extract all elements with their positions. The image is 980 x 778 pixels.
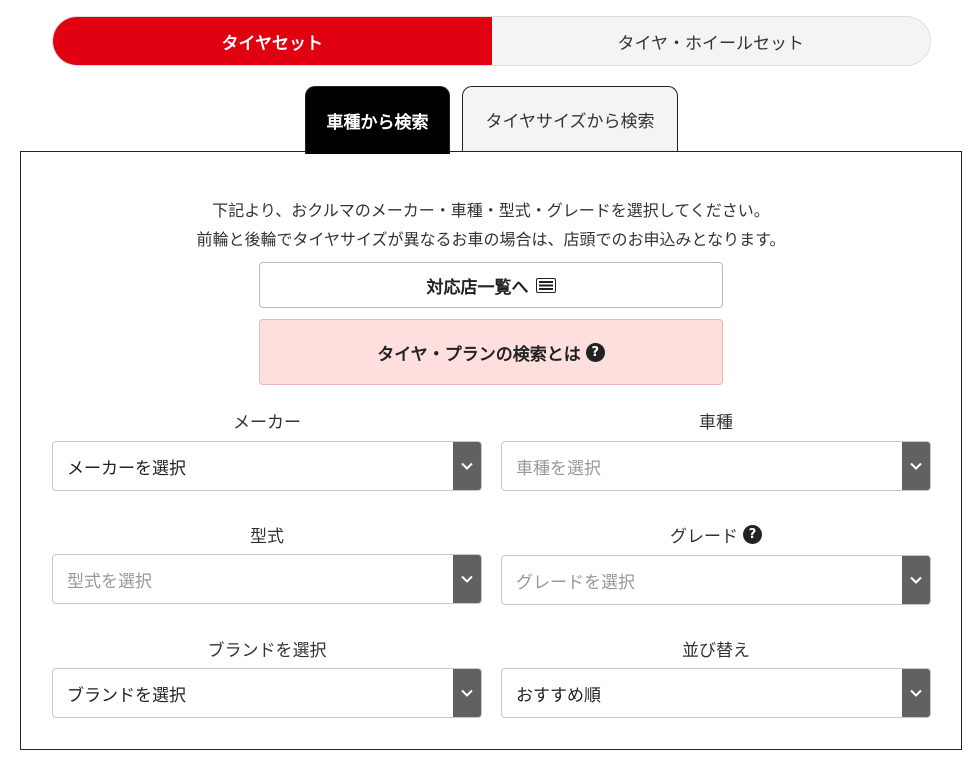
chevron-down-icon (902, 556, 930, 604)
sort-label: 並び替え (682, 641, 750, 661)
store-list-button-label: 対応店一覧へ (426, 277, 529, 298)
type-select[interactable]: 型式を選択 (52, 554, 482, 604)
store-list-button[interactable]: 対応店一覧へ (259, 262, 723, 308)
model-select[interactable]: 車種を選択 (501, 441, 931, 491)
type-label: 型式 (250, 527, 284, 547)
maker-label: メーカー (233, 413, 301, 433)
chevron-down-icon (453, 555, 481, 603)
tab-search-by-size[interactable]: タイヤサイズから検索 (462, 86, 678, 152)
chevron-down-icon (902, 442, 930, 490)
grade-select[interactable]: グレードを選択 (501, 555, 931, 605)
grade-label-row: グレード ? (501, 522, 931, 547)
sort-select[interactable]: おすすめ順 (501, 668, 931, 718)
chevron-down-icon (453, 669, 481, 717)
brand-label: ブランドを選択 (207, 641, 327, 661)
maker-select[interactable]: メーカーを選択 (52, 441, 482, 491)
sort-select-value: おすすめ順 (516, 685, 601, 706)
tab-search-by-vehicle[interactable]: 車種から検索 (305, 86, 450, 154)
chevron-down-icon (902, 669, 930, 717)
set-type-toggle: タイヤセット タイヤ・ホイールセット (52, 16, 931, 66)
intro-line-2: 前輪と後輪でタイヤサイズが異なるお車の場合は、店頭でのお申込みとなります。 (196, 230, 786, 249)
question-circle-icon: ? (585, 342, 605, 362)
grade-select-placeholder: グレードを選択 (516, 572, 635, 593)
brand-select-value: ブランドを選択 (67, 685, 186, 706)
plan-info-button-label: タイヤ・プランの検索とは (377, 344, 581, 365)
question-circle-icon[interactable]: ? (743, 525, 762, 544)
model-select-placeholder: 車種を選択 (516, 458, 601, 479)
toggle-tire-wheel-set[interactable]: タイヤ・ホイールセット (491, 17, 930, 65)
model-label: 車種 (699, 413, 733, 433)
chevron-down-icon (453, 442, 481, 490)
intro-line-1: 下記より、おクルマのメーカー・車種・型式・グレードを選択してください。 (212, 201, 770, 220)
intro-text: 下記より、おクルマのメーカー・車種・型式・グレードを選択してください。 前輪と後… (21, 196, 961, 254)
maker-select-value: メーカーを選択 (67, 458, 186, 479)
list-icon (535, 277, 556, 293)
toggle-tire-set[interactable]: タイヤセット (53, 17, 492, 65)
type-select-placeholder: 型式を選択 (67, 571, 152, 592)
search-panel: 下記より、おクルマのメーカー・車種・型式・グレードを選択してください。 前輪と後… (20, 151, 962, 750)
plan-info-button[interactable]: タイヤ・プランの検索とは ? (259, 319, 723, 385)
grade-label: グレード (670, 527, 738, 547)
brand-select[interactable]: ブランドを選択 (52, 668, 482, 718)
